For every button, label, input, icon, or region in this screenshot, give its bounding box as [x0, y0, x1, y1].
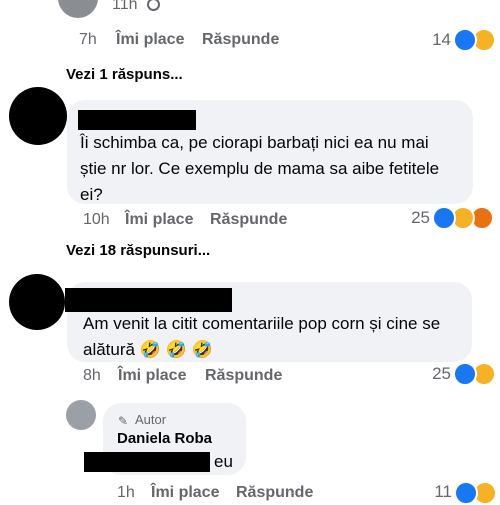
avatar[interactable] [9, 274, 65, 330]
avatar[interactable] [58, 0, 98, 18]
author-badge-icon: ✎ [118, 414, 129, 428]
reply-button[interactable]: Răspunde [210, 211, 287, 229]
emoji: 🤣 🤣 🤣 [139, 340, 213, 359]
view-replies-link[interactable]: Vezi 1 răspuns... [66, 66, 183, 83]
avatar[interactable] [66, 400, 96, 430]
like-button[interactable]: Îmi place [125, 211, 193, 229]
reaction-count[interactable]: 14 [405, 30, 451, 50]
avatar[interactable] [9, 87, 67, 145]
comment-time: 7h [79, 31, 97, 48]
like-reaction-icon [454, 481, 478, 505]
comment-time: 10h [83, 211, 110, 228]
author-name[interactable]: Daniela Roba [117, 430, 212, 447]
redacted-mention [84, 452, 210, 472]
like-reaction-icon [453, 362, 477, 386]
view-replies-link[interactable]: Vezi 18 răspunsuri... [66, 242, 210, 259]
reply-button[interactable]: Răspunde [205, 367, 282, 385]
like-button[interactable]: Îmi place [116, 31, 184, 49]
reply-button[interactable]: Răspunde [202, 31, 279, 49]
comment-time: 11h [112, 0, 138, 13]
like-button[interactable]: Îmi place [118, 367, 186, 385]
like-reaction-icon [432, 206, 456, 230]
comment-time: 8h [83, 367, 101, 384]
reply-button[interactable]: Răspunde [236, 484, 313, 502]
comment-text: Am venit la citit comentariile pop corn … [83, 314, 441, 359]
redacted-author-name [65, 288, 232, 312]
reaction-count[interactable]: 25 [405, 364, 451, 384]
globe-icon [147, 0, 160, 11]
comment-text: eu [214, 452, 233, 471]
comment-text: Îi schimba ca, pe ciorapi barbați nici e… [80, 133, 440, 204]
like-button[interactable]: Îmi place [151, 484, 219, 502]
reaction-count[interactable]: 11 [410, 482, 452, 502]
comment-time: 1h [117, 484, 135, 501]
author-badge: Autor [135, 412, 167, 427]
reaction-count[interactable]: 25 [390, 208, 430, 228]
like-reaction-icon [453, 28, 477, 52]
redacted-author-name [78, 110, 196, 130]
